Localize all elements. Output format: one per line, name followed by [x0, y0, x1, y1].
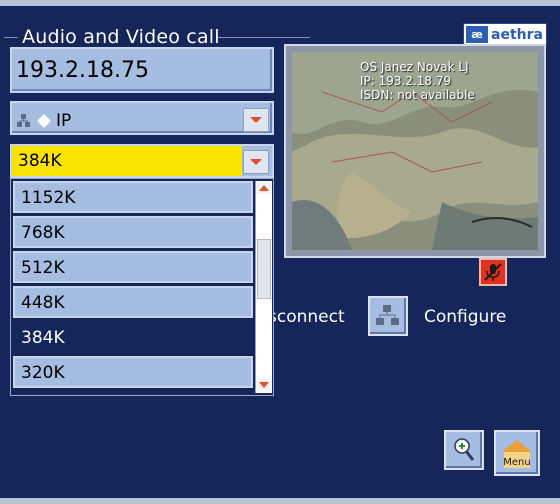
network-type-select[interactable]: IP	[10, 101, 274, 135]
configure-button[interactable]	[368, 296, 408, 336]
list-item-highlighted[interactable]: 384K	[13, 321, 253, 353]
network-icon	[16, 113, 32, 129]
disconnect-label[interactable]: sconnect	[268, 307, 345, 327]
scroll-up-button[interactable]	[257, 182, 271, 194]
address-field[interactable]: 193.2.18.75	[10, 47, 274, 93]
list-item[interactable]: 768K	[13, 216, 253, 248]
scrollbar-thumb[interactable]	[257, 239, 271, 299]
call-rate-list: 1152K 768K 512K 448K 384K 320K	[10, 178, 274, 396]
screen-bottom-border	[0, 498, 560, 504]
magnifier-icon	[454, 438, 475, 461]
window-title: Audio and Video call	[22, 26, 220, 48]
remote-info: OS Janez Novak LJ IP: 193.2.18.79 ISDN: …	[360, 60, 475, 102]
call-rate-dropdown-button[interactable]	[243, 150, 269, 174]
list-item[interactable]: 1152K	[13, 181, 253, 213]
menu-label: Menu	[503, 457, 530, 468]
scroll-down-button[interactable]	[257, 379, 271, 391]
logo-word: aethra	[491, 26, 543, 43]
remote-ip: IP: 193.2.18.79	[360, 74, 452, 88]
list-item[interactable]: 448K	[13, 286, 253, 318]
aethra-logo: æ aethra	[463, 23, 547, 46]
menu-button[interactable]: Menu	[494, 430, 540, 476]
video-preview: OS Janez Novak LJ IP: 193.2.18.79 ISDN: …	[284, 44, 546, 258]
screen-top-border	[0, 0, 560, 6]
remote-isdn: ISDN: not available	[360, 88, 475, 102]
home-icon: Menu	[502, 440, 532, 468]
call-rate-select[interactable]: 384K	[10, 144, 274, 178]
list-item[interactable]: 512K	[13, 251, 253, 283]
chevron-down-icon	[250, 159, 262, 165]
chevron-down-icon	[259, 382, 269, 388]
network-dropdown-button[interactable]	[243, 108, 269, 132]
list-scrollbar[interactable]	[255, 181, 272, 393]
remote-name: OS Janez Novak LJ	[360, 60, 469, 74]
title-divider-left	[4, 37, 18, 38]
network-type-value: IP	[56, 111, 72, 131]
chevron-up-icon	[259, 185, 269, 191]
ip-diamond-icon	[36, 113, 52, 129]
list-item[interactable]: 320K	[13, 356, 253, 388]
logo-mark: æ	[466, 26, 488, 43]
title-divider-right	[218, 37, 310, 38]
zoom-button[interactable]	[444, 430, 484, 470]
call-rate-value: 384K	[12, 146, 242, 176]
mic-mute-icon[interactable]	[479, 258, 507, 286]
configure-label[interactable]: Configure	[424, 307, 506, 327]
chevron-down-icon	[250, 117, 262, 123]
